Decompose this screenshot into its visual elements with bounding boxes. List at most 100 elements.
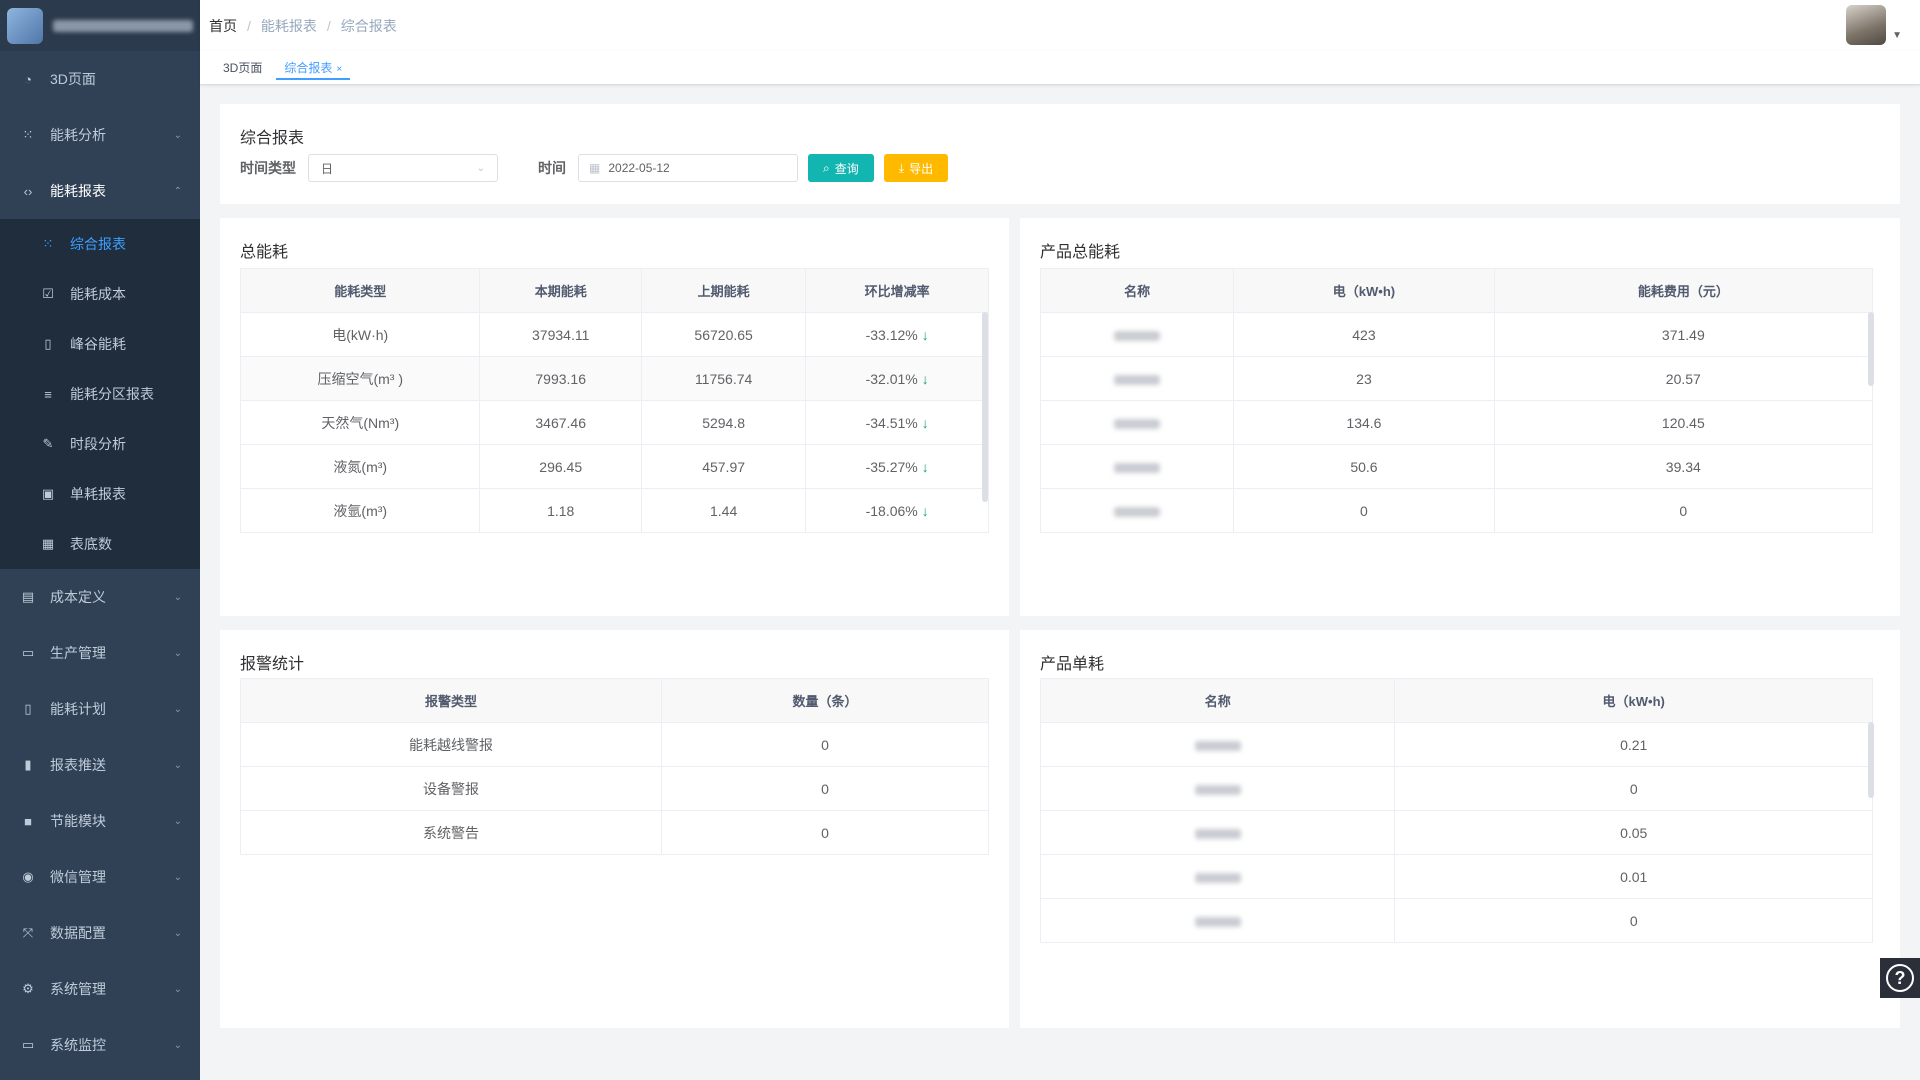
table-cell: 5294.8 [640, 400, 807, 445]
table-cell: 0.01 [1394, 854, 1873, 899]
sidebar-item-0[interactable]: ◔ 3D页面 [0, 51, 200, 107]
tag-3d-page[interactable]: 3D页面 [215, 56, 270, 80]
table-cell [1039, 444, 1235, 489]
cell-value: 0.01 [1620, 868, 1648, 885]
lock-icon: ■ [24, 813, 32, 829]
table-row: 0 [1039, 898, 1873, 943]
filter-panel: 综合报表 时间类型 日 ⌄ 时间 ▦ 2022-05-12 ⌕ 查询 ⤓ 导出 [220, 104, 1900, 204]
cell-value: 371.49 [1661, 326, 1705, 343]
table-cell: 0.05 [1394, 810, 1873, 855]
sidebar-item-label: 微信管理 [50, 869, 106, 885]
table-cell: -34.51% ↓ [805, 400, 989, 445]
cell-value: -35.27% [865, 458, 918, 475]
column-header: 报警类型 [239, 678, 663, 723]
page-title: 综合报表 [240, 130, 305, 147]
date-picker[interactable]: ▦ 2022-05-12 [578, 154, 798, 182]
column-header: 能耗类型 [239, 268, 481, 313]
cell-value: 23 [1356, 370, 1372, 387]
table-cell: 0 [661, 810, 989, 855]
cell-value: -32.01% [865, 370, 918, 387]
sidebar-item-label: 3D页面 [50, 71, 96, 87]
table-cell: 39.34 [1493, 444, 1874, 489]
table-row: 0 [1039, 766, 1873, 811]
table-row: 134.6 120.45 [1039, 400, 1874, 445]
product-unit-title: 产品单耗 [1040, 656, 1105, 673]
chevron-up-icon: ⌃ [173, 185, 182, 197]
submenu-item-2[interactable]: ▯ 峰谷能耗 [0, 319, 200, 369]
submenu-reports: ⁙ 综合报表 ☑ 能耗成本 ▯ 峰谷能耗 ≡ 能耗分区报表 ✎ 时段分析 ▣ 单耗报表 ▦ 表底数 [0, 219, 200, 569]
table-cell: -18.06% ↓ [805, 488, 989, 533]
sidebar-item-5[interactable]: ▯ 能耗计划 ⌄ [0, 681, 200, 737]
sidebar-item-11[interactable]: ▭ 系统监控 ⌄ [0, 1017, 200, 1073]
column-header: 环比增减率 [805, 268, 989, 313]
table-cell [1039, 400, 1235, 445]
cell-value: 天然气(Nm³) [321, 414, 400, 431]
table-cell: 3467.46 [479, 400, 642, 445]
cell-value: 37934.11 [532, 326, 590, 343]
caret-down-icon[interactable]: ▼ [1892, 30, 1902, 41]
help-button[interactable]: ? [1880, 958, 1920, 998]
submenu-item-3[interactable]: ≡ 能耗分区报表 [0, 369, 200, 419]
table-cell: 11756.74 [640, 356, 807, 401]
table-row: 23 20.57 [1039, 356, 1874, 401]
table-cell: 1.44 [640, 488, 807, 533]
cell-value: 0 [1679, 502, 1688, 519]
table-cell: -32.01% ↓ [805, 356, 989, 401]
chevron-down-icon: ⌄ [173, 983, 182, 995]
submenu-item-1[interactable]: ☑ 能耗成本 [0, 269, 200, 319]
redacted-name [1114, 506, 1161, 517]
avatar[interactable] [1846, 5, 1887, 45]
sidebar-item-10[interactable]: ⚙ 系统管理 ⌄ [0, 961, 200, 1017]
time-type-value: 日 [321, 161, 334, 176]
table-cell [1039, 356, 1235, 401]
sidebar-item-6[interactable]: ▮ 报表推送 ⌄ [0, 737, 200, 793]
sidebar: ◔ 3D页面 ⁙ 能耗分析 ⌄ ‹› 能耗报表 ⌃ ⁙ 综合报表 ☑ 能耗成本 ▯ 峰谷能耗 ≡ 能耗分区报表… [0, 0, 200, 1080]
table-cell: 0 [1394, 766, 1873, 811]
wechat-icon: ◉ [22, 869, 34, 884]
table-cell: 0 [1394, 898, 1873, 943]
table-cell: 1.18 [479, 488, 642, 533]
query-button[interactable]: ⌕ 查询 [808, 154, 874, 182]
sidebar-item-1[interactable]: ⁙ 能耗分析 ⌄ [0, 107, 200, 163]
table-row: 0.01 [1039, 854, 1873, 899]
table-scrollbar[interactable] [982, 312, 988, 502]
chevron-down-icon: ⌄ [173, 129, 182, 141]
cell-value: 457.97 [702, 458, 746, 475]
user-menu[interactable]: ▼ [1846, 5, 1902, 45]
sidebar-item-label: 生产管理 [50, 645, 106, 661]
submenu-item-6[interactable]: ▦ 表底数 [0, 519, 200, 569]
sidebar-item-label: 能耗计划 [50, 701, 106, 717]
gear-icon: ⚙ [22, 981, 34, 996]
cell-value: 液氩(m³) [333, 502, 388, 519]
table-scrollbar[interactable] [1868, 312, 1874, 386]
export-button[interactable]: ⤓ 导出 [883, 154, 949, 182]
table-cell: 134.6 [1233, 400, 1495, 445]
arrow-down-icon: ↓ [921, 502, 929, 519]
sidebar-item-9[interactable]: ⤧ 数据配置 ⌄ [0, 905, 200, 961]
submenu-item-label: 时段分析 [70, 436, 126, 452]
sidebar-item-3[interactable]: ▤ 成本定义 ⌄ [0, 569, 200, 625]
submenu-item-4[interactable]: ✎ 时段分析 [0, 419, 200, 469]
time-type-select[interactable]: 日 ⌄ [308, 154, 498, 182]
cell-value: 7993.16 [535, 370, 586, 387]
table-cell: 56720.65 [640, 312, 807, 357]
cell-value: 液氮(m³) [333, 458, 388, 475]
cell-value: 设备警报 [423, 780, 479, 797]
sidebar-item-8[interactable]: ◉ 微信管理 ⌄ [0, 849, 200, 905]
table-cell: 120.45 [1493, 400, 1874, 445]
sidebar-item-2[interactable]: ‹› 能耗报表 ⌃ [0, 163, 200, 219]
tag-comprehensive-report[interactable]: 综合报表 × [276, 56, 351, 80]
table-cell: 0 [1493, 488, 1874, 533]
submenu-item-label: 峰谷能耗 [70, 336, 126, 352]
table-scrollbar[interactable] [1868, 722, 1874, 798]
sidebar-item-4[interactable]: ▭ 生产管理 ⌄ [0, 625, 200, 681]
sidebar-item-7[interactable]: ■ 节能模块 ⌄ [0, 793, 200, 849]
list-icon: ≡ [44, 386, 52, 402]
submenu-item-5[interactable]: ▣ 单耗报表 [0, 469, 200, 519]
edit-icon: ✎ [42, 436, 54, 451]
total-energy-title: 总能耗 [240, 244, 289, 261]
close-icon[interactable]: × [336, 64, 342, 75]
breadcrumb-home[interactable]: 首页 [209, 16, 237, 36]
chevron-down-icon: ⌄ [173, 871, 182, 883]
submenu-item-0[interactable]: ⁙ 综合报表 [0, 219, 200, 269]
